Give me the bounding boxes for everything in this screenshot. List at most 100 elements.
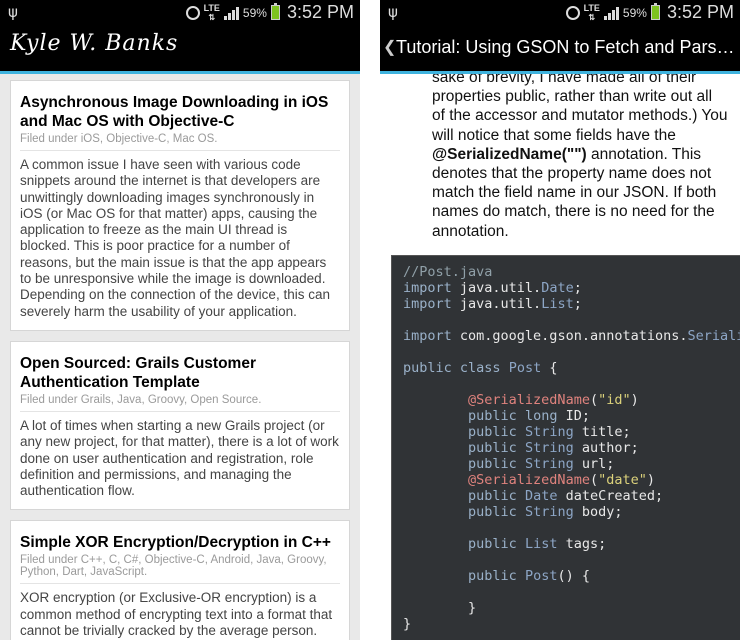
article-code-term: @SerializedName("") bbox=[432, 145, 587, 163]
article-title[interactable]: Tutorial: Using GSON to Fetch and Pars… bbox=[396, 37, 736, 58]
code-token: Post bbox=[508, 360, 542, 376]
code-token: @SerializedName bbox=[468, 472, 590, 488]
code-token: SerializedName bbox=[687, 328, 740, 344]
code-line: public List tags; bbox=[403, 536, 740, 552]
lte-icon: LTE ⇅ bbox=[203, 2, 220, 22]
code-token: import bbox=[403, 296, 460, 312]
code-token: //Post.java bbox=[403, 264, 493, 280]
code-token: "id" bbox=[598, 392, 631, 408]
code-token: () { bbox=[557, 568, 590, 584]
code-token: public bbox=[468, 440, 525, 456]
action-bar: ❮ Tutorial: Using GSON to Fetch and Pars… bbox=[380, 25, 740, 74]
post-card[interactable]: Simple XOR Encryption/Decryption in C++ … bbox=[10, 520, 350, 640]
code-listing: //Post.java import java.util.Date; import … bbox=[392, 256, 740, 632]
lte-icon: LTE ⇅ bbox=[583, 2, 600, 22]
article-text: sake of brevity, I have made all of thei… bbox=[432, 69, 728, 144]
code-token: public bbox=[403, 360, 460, 376]
blog-logo[interactable]: Kyle W. Banks bbox=[10, 31, 178, 56]
code-token: title; bbox=[581, 424, 631, 440]
code-token: ; bbox=[573, 280, 582, 296]
code-line: public String author; bbox=[403, 440, 740, 456]
code-line: public Date dateCreated; bbox=[403, 488, 740, 504]
code-token: public bbox=[468, 408, 525, 424]
code-token: com.google.gson.annotations. bbox=[459, 328, 688, 344]
code-token: url; bbox=[581, 456, 615, 472]
post-feed[interactable]: Asynchronous Image Downloading in iOS an… bbox=[10, 80, 350, 640]
article-body: sake of brevity, I have made all of thei… bbox=[432, 68, 728, 241]
post-title[interactable]: Asynchronous Image Downloading in iOS an… bbox=[20, 93, 340, 131]
code-token: List bbox=[541, 296, 574, 312]
code-token: import bbox=[403, 328, 460, 344]
battery-percent: 59% bbox=[622, 5, 647, 20]
code-token: { bbox=[541, 360, 558, 376]
code-token: List bbox=[524, 536, 566, 552]
code-block[interactable]: //Post.java import java.util.Date; import … bbox=[391, 255, 740, 640]
code-token: } bbox=[403, 600, 477, 616]
post-card[interactable]: Asynchronous Image Downloading in iOS an… bbox=[10, 80, 350, 331]
code-token: import bbox=[403, 280, 460, 296]
code-token: class bbox=[459, 360, 509, 376]
post-meta: Filed under iOS, Objective-C, Mac OS. bbox=[20, 133, 340, 151]
status-bar: ψ LTE ⇅ 59% 3:52 PM bbox=[0, 0, 360, 25]
code-token: public bbox=[468, 424, 525, 440]
post-card[interactable]: Open Sourced: Grails Customer Authentica… bbox=[10, 340, 350, 511]
post-excerpt: A common issue I have seen with various … bbox=[20, 157, 330, 319]
code-token: String bbox=[524, 504, 582, 520]
code-line: public String body; bbox=[403, 504, 740, 520]
code-token: Date bbox=[524, 488, 566, 504]
code-token: public bbox=[468, 456, 525, 472]
code-line: public class Post { bbox=[403, 360, 740, 376]
code-line: //Post.java bbox=[403, 264, 740, 280]
code-token: public bbox=[468, 504, 525, 520]
code-token: } bbox=[403, 616, 412, 632]
code-line: import java.util.List; bbox=[403, 296, 740, 312]
post-meta: Filed under Grails, Java, Groovy, Open S… bbox=[20, 394, 340, 412]
code-token: ( bbox=[589, 392, 599, 408]
back-chevron-icon[interactable]: ❮ bbox=[383, 37, 396, 57]
code-token: long bbox=[524, 408, 566, 424]
code-token: ) bbox=[630, 392, 639, 408]
code-token: body; bbox=[581, 504, 623, 520]
code-line: public long ID; bbox=[403, 408, 740, 424]
code-line: import java.util.Date; bbox=[403, 280, 740, 296]
code-token: Date bbox=[541, 280, 574, 296]
code-token: String bbox=[524, 456, 582, 472]
alarm-icon bbox=[185, 5, 200, 20]
code-line: public String title; bbox=[403, 424, 740, 440]
post-title[interactable]: Open Sourced: Grails Customer Authentica… bbox=[20, 354, 340, 392]
code-token: ; bbox=[573, 296, 582, 312]
code-token: ID; bbox=[565, 408, 590, 424]
code-token: tags; bbox=[565, 536, 607, 552]
signal-icon bbox=[603, 6, 619, 20]
code-token: Post bbox=[524, 568, 558, 584]
code-token: public bbox=[468, 536, 525, 552]
post-title[interactable]: Simple XOR Encryption/Decryption in C++ bbox=[20, 533, 340, 552]
code-line: } bbox=[403, 616, 740, 632]
code-line: import com.google.gson.annotations.Seria… bbox=[403, 328, 740, 344]
code-line: public String url; bbox=[403, 456, 740, 472]
alarm-icon bbox=[565, 5, 580, 20]
code-line: } bbox=[403, 600, 740, 616]
code-token: java.util. bbox=[459, 280, 542, 296]
left-screen: ψ LTE ⇅ 59% 3:52 PM Kyle W. Banks Asynchr… bbox=[0, 0, 360, 640]
usb-icon: ψ bbox=[388, 3, 398, 21]
code-line: @SerializedName("id") bbox=[403, 392, 740, 408]
status-bar: ψ LTE ⇅ 59% 3:52 PM bbox=[380, 0, 740, 25]
usb-icon: ψ bbox=[8, 3, 18, 21]
